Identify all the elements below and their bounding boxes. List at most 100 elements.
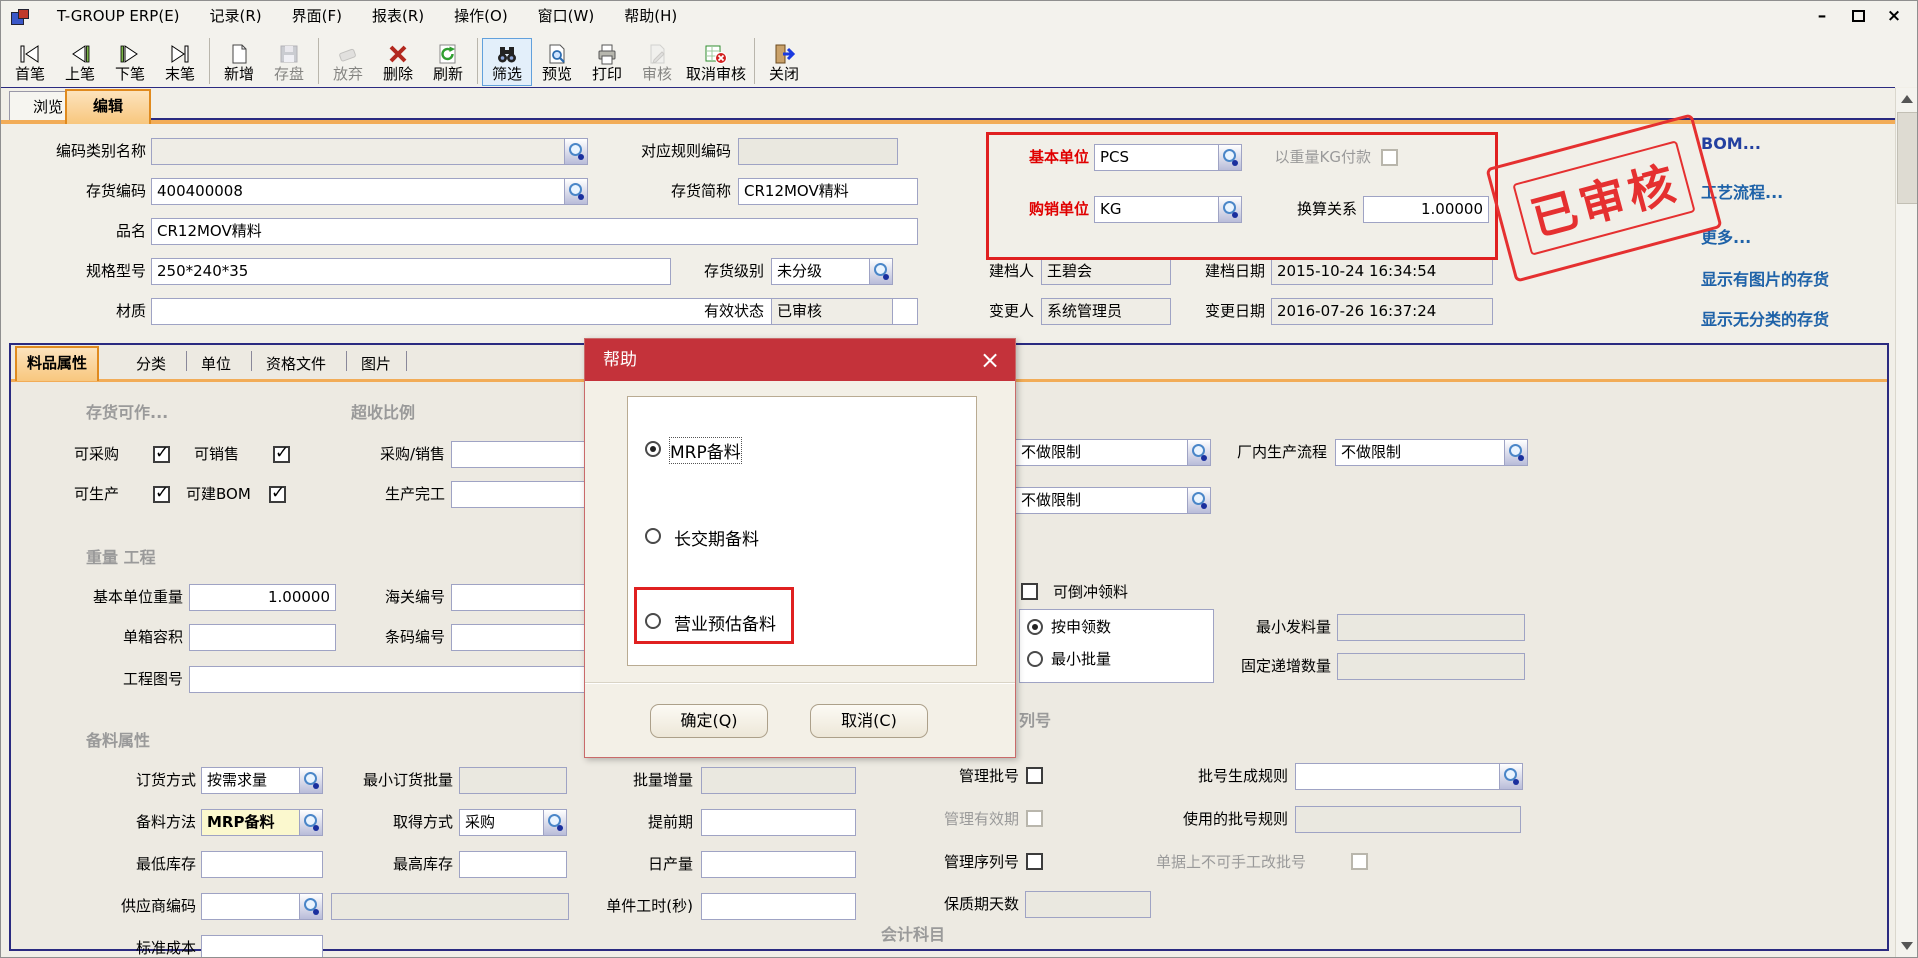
minimize-button[interactable]: – xyxy=(1809,5,1835,27)
min-stock-field[interactable] xyxy=(201,851,323,878)
long-lead-prep-label[interactable]: 长交期备料 xyxy=(674,525,759,550)
can-produce-checkbox[interactable] xyxy=(153,486,170,503)
factory-flow-field[interactable]: 不做限制 xyxy=(1335,439,1528,466)
box-volume-field[interactable] xyxy=(189,624,336,651)
can-sale-checkbox[interactable] xyxy=(273,446,290,463)
lookup-icon[interactable] xyxy=(1499,764,1522,789)
base-unit-field[interactable]: PCS xyxy=(1094,144,1242,171)
close-button[interactable]: × xyxy=(1881,5,1907,27)
toolbar-next-record-button[interactable]: 下笔 xyxy=(105,38,155,86)
toolbar-preview-button[interactable]: 预览 xyxy=(532,38,582,86)
mrp-prep-radio[interactable] xyxy=(645,441,661,457)
subtab-item-attributes[interactable]: 料品属性 xyxy=(15,346,99,381)
lookup-icon[interactable] xyxy=(564,179,587,204)
scroll-up-icon[interactable] xyxy=(1898,90,1915,108)
ok-button[interactable]: 确定(Q) xyxy=(650,704,768,738)
cancel-button[interactable]: 取消(C) xyxy=(810,704,928,738)
code-class-field[interactable] xyxy=(151,138,588,165)
menu-item-erp[interactable]: T-GROUP ERP(E) xyxy=(42,1,195,31)
toolbar-print-button[interactable]: 打印 xyxy=(582,38,632,86)
scrollbar-thumb[interactable] xyxy=(1897,112,1918,204)
subtab-unit[interactable]: 单位 xyxy=(191,349,241,379)
by-request-radio[interactable] xyxy=(1027,619,1043,635)
long-lead-prep-radio[interactable] xyxy=(645,528,661,544)
manage-batch-checkbox[interactable] xyxy=(1026,767,1043,784)
std-cost-field[interactable] xyxy=(201,935,323,958)
lookup-icon[interactable] xyxy=(299,768,322,793)
subtab-qualification[interactable]: 资格文件 xyxy=(256,349,336,379)
level-field[interactable]: 未分级 xyxy=(771,258,893,285)
toolbar-delete-button[interactable]: 删除 xyxy=(373,38,423,86)
limit-field-2[interactable]: 不做限制 xyxy=(1015,487,1211,514)
menu-item-help[interactable]: 帮助(H) xyxy=(609,1,692,31)
dialog-close-icon[interactable]: × xyxy=(975,345,1005,375)
toolbar-first-record-button[interactable]: 首笔 xyxy=(5,38,55,86)
menu-item-window[interactable]: 窗口(W) xyxy=(523,1,610,31)
tab-edit[interactable]: 编辑 xyxy=(65,89,151,124)
menu-item-operation[interactable]: 操作(O) xyxy=(439,1,523,31)
min-issue-label: 最小发料量 xyxy=(1231,614,1331,641)
scroll-down-icon[interactable] xyxy=(1898,937,1915,955)
lead-time-field[interactable] xyxy=(701,809,856,836)
lookup-icon[interactable] xyxy=(564,139,587,164)
toolbar-refresh-button[interactable]: 刷新 xyxy=(423,38,473,86)
modify-date-field: 2016-07-26 16:37:24 xyxy=(1271,298,1493,325)
acquire-mode-label: 取得方式 xyxy=(373,809,453,836)
subtab-image[interactable]: 图片 xyxy=(351,349,401,379)
link-bom[interactable]: BOM... xyxy=(1701,134,1761,153)
toolbar-new-button[interactable]: 新增 xyxy=(214,38,264,86)
lookup-icon[interactable] xyxy=(1218,197,1241,222)
toolbar-last-record-button[interactable]: 末笔 xyxy=(155,38,205,86)
menu-item-report[interactable]: 报表(R) xyxy=(357,1,439,31)
acquire-mode-field[interactable]: 采购 xyxy=(459,809,567,836)
backflush-checkbox[interactable] xyxy=(1021,583,1038,600)
menu-item-interface[interactable]: 界面(F) xyxy=(277,1,357,31)
prep-method-field[interactable]: MRP备料 xyxy=(201,809,323,836)
restore-button[interactable] xyxy=(1845,5,1871,27)
help-dialog-title[interactable]: 帮助 xyxy=(585,339,1015,381)
first-record-icon xyxy=(18,41,42,65)
section-header-over-ratio: 超收比例 xyxy=(351,399,415,423)
lookup-icon[interactable] xyxy=(1187,440,1210,465)
limit-field-1[interactable]: 不做限制 xyxy=(1015,439,1211,466)
lookup-icon[interactable] xyxy=(543,810,566,835)
link-show-with-image[interactable]: 显示有图片的存货 xyxy=(1701,266,1829,290)
lookup-icon[interactable] xyxy=(299,810,322,835)
mrp-prep-label[interactable]: MRP备料 xyxy=(670,438,741,463)
toolbar-cancel-audit-button[interactable]: 取消审核 xyxy=(682,38,750,86)
manage-serial-checkbox[interactable] xyxy=(1026,853,1043,870)
conv-field[interactable]: 1.00000 xyxy=(1363,196,1489,223)
lookup-icon[interactable] xyxy=(299,894,322,919)
toolbar-close-button[interactable]: 关闭 xyxy=(759,38,809,86)
creator-label: 建档人 xyxy=(949,258,1034,285)
max-stock-field[interactable] xyxy=(459,851,567,878)
toolbar-prev-record-button[interactable]: 上笔 xyxy=(55,38,105,86)
pay-by-kg-checkbox xyxy=(1381,149,1398,166)
pay-by-kg-label: 以重量KG付款 xyxy=(1253,144,1371,171)
item-abbr-field[interactable]: CR12MOV精料 xyxy=(738,178,918,205)
min-batch-radio[interactable] xyxy=(1027,651,1043,667)
lookup-icon[interactable] xyxy=(1187,488,1210,513)
lookup-icon[interactable] xyxy=(1504,440,1527,465)
unit-time-field[interactable] xyxy=(701,893,856,920)
vertical-scrollbar[interactable] xyxy=(1895,88,1917,957)
daily-output-field[interactable] xyxy=(701,851,856,878)
menu-item-record[interactable]: 记录(R) xyxy=(195,1,277,31)
can-bom-checkbox[interactable] xyxy=(269,486,286,503)
trade-unit-field[interactable]: KG xyxy=(1094,196,1242,223)
lookup-icon[interactable] xyxy=(869,259,892,284)
link-show-unclassified[interactable]: 显示无分类的存货 xyxy=(1701,306,1829,330)
lookup-icon[interactable] xyxy=(1218,145,1241,170)
toolbar-filter-button[interactable]: 筛选 xyxy=(482,38,532,86)
toolbar-separator xyxy=(318,38,319,84)
order-mode-field[interactable]: 按需求量 xyxy=(201,767,323,794)
supplier-code-field[interactable] xyxy=(201,893,323,920)
spec-field[interactable]: 250*240*35 xyxy=(151,258,671,285)
item-code-field[interactable]: 400400008 xyxy=(151,178,588,205)
base-weight-field[interactable]: 1.00000 xyxy=(189,584,336,611)
subtab-separator xyxy=(251,351,252,371)
subtab-classification[interactable]: 分类 xyxy=(126,349,176,379)
item-name-field[interactable]: CR12MOV精料 xyxy=(151,218,918,245)
batch-rule-field[interactable] xyxy=(1295,763,1523,790)
can-purchase-checkbox[interactable] xyxy=(153,446,170,463)
